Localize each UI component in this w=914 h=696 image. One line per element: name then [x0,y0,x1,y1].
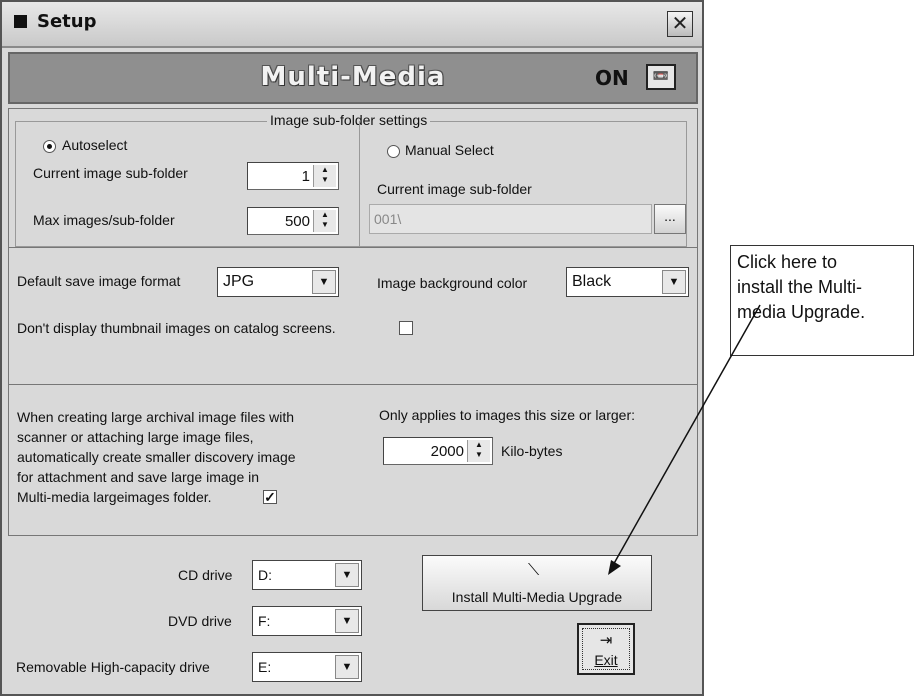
callout-arrow [608,304,761,575]
